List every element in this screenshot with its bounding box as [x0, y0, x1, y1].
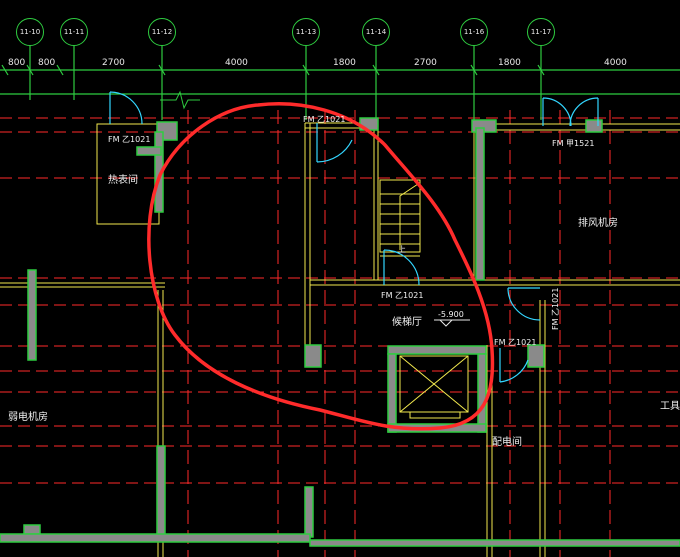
grid-lines-horizontal: [0, 117, 680, 484]
axis-bubble: 11-14: [362, 18, 390, 46]
room-label-tool: 工具: [660, 401, 680, 412]
door-label-vertical: FM 乙1021: [551, 287, 560, 330]
dimension-text: 2700: [102, 58, 125, 68]
door-label: FM 乙1021: [494, 338, 537, 347]
room-label-exhaust: 排风机房: [578, 218, 618, 229]
elevator-shaft: [399, 355, 469, 419]
elevation-text: -5.900: [438, 310, 464, 319]
axis-bubble: 11-11: [60, 18, 88, 46]
cad-drawing: [0, 46, 680, 557]
axis-bubble: 11-10: [16, 18, 44, 46]
room-label-lobby: 候梯厅: [392, 317, 422, 328]
dimension-text: 800: [38, 58, 56, 68]
dimension-text: 1800: [333, 58, 356, 68]
stair-up-mark: 上: [398, 245, 406, 254]
wall-blocks: [0, 117, 680, 547]
room-label-meter: 热表间: [108, 175, 138, 186]
axis-bubble: 11-16: [460, 18, 488, 46]
highlight-circle: [147, 102, 495, 431]
door-label: FM 乙1021: [381, 291, 424, 300]
room-label-power: 配电间: [492, 437, 522, 448]
door-label: FM 甲1521: [552, 139, 595, 148]
axis-bubble: 11-17: [527, 18, 555, 46]
walls: [0, 122, 680, 557]
dimension-text: 2700: [414, 58, 437, 68]
axis-bubble: 11-12: [148, 18, 176, 46]
door-label: FM 乙1021: [303, 115, 346, 124]
door-label: FM 乙1021: [108, 135, 151, 144]
dimension-text: 800: [8, 58, 26, 68]
dimension-text: 4000: [604, 58, 627, 68]
axis-bubble: 11-13: [292, 18, 320, 46]
elevation-marker: [434, 319, 470, 327]
dimension-text: 1800: [498, 58, 521, 68]
dimension-text: 4000: [225, 58, 248, 68]
room-label-weak: 弱电机房: [8, 412, 48, 423]
grid-lines-vertical: [187, 110, 611, 557]
